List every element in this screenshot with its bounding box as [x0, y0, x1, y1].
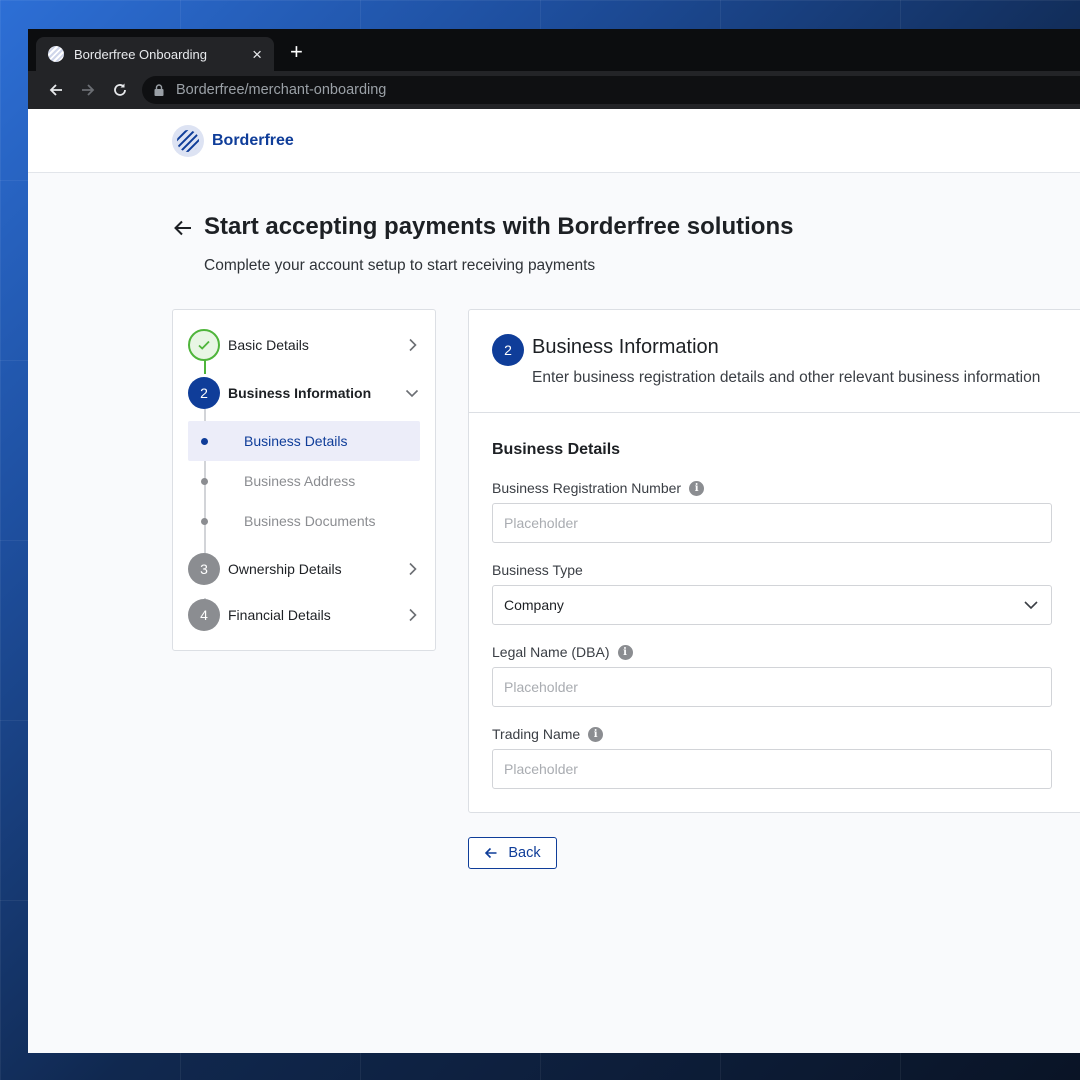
app-header: Borderfree: [28, 109, 1080, 173]
borderfree-logo-icon: [172, 124, 204, 157]
step-business-information[interactable]: 2 Business Information: [188, 377, 420, 409]
step-ownership-details[interactable]: 3 Ownership Details: [188, 553, 420, 585]
substep-label: Business Address: [244, 473, 356, 489]
info-icon[interactable]: i: [689, 480, 705, 496]
step-label: Financial Details: [228, 607, 331, 623]
registration-number-input[interactable]: [492, 503, 1052, 543]
field-label-legal-name: Legal Name (DBA) i: [492, 644, 633, 660]
step-basic-details[interactable]: Basic Details: [188, 329, 420, 361]
forward-nav-icon[interactable]: [72, 75, 104, 105]
step-number: 2: [188, 377, 220, 409]
chevron-right-icon: [409, 338, 417, 352]
chevron-down-icon: [1024, 601, 1038, 610]
step-number: 4: [188, 599, 220, 631]
close-tab-icon[interactable]: ×: [252, 46, 262, 63]
tab-title: Borderfree Onboarding: [74, 46, 207, 62]
chevron-right-icon: [409, 562, 417, 576]
section-title: Business Details: [492, 441, 621, 458]
chevron-down-icon: [405, 389, 419, 398]
back-button[interactable]: Back: [468, 837, 557, 869]
step-number-badge: 2: [492, 334, 524, 366]
substep-dot: [201, 517, 208, 525]
new-tab-button[interactable]: +: [290, 41, 303, 63]
lock-icon: [154, 84, 164, 96]
browser-tabbar: Borderfree Onboarding × +: [28, 29, 1080, 71]
onboarding-stepper: Basic Details 2 Business Information Bus…: [172, 309, 436, 651]
select-value: Company: [504, 597, 564, 613]
step-label: Business Information: [228, 385, 372, 401]
field-label-text: Trading Name: [492, 726, 581, 742]
check-icon: [188, 329, 220, 361]
browser-window: Borderfree Onboarding × + Borderfree/mer…: [28, 29, 1080, 1053]
field-label-text: Legal Name (DBA): [492, 644, 610, 660]
step-financial-details[interactable]: 4 Financial Details: [188, 599, 420, 631]
substep-label: Business Details: [244, 433, 348, 449]
logo-text: Borderfree: [212, 131, 294, 149]
card-description: Enter business registration details and …: [532, 369, 1041, 386]
borderfree-favicon-icon: [48, 46, 64, 62]
url-bar[interactable]: Borderfree/merchant-onboarding: [142, 76, 1080, 104]
info-icon[interactable]: i: [617, 644, 633, 660]
field-label-business-type: Business Type: [492, 562, 583, 578]
url-text: Borderfree/merchant-onboarding: [176, 82, 387, 98]
field-label-registration-number: Business Registration Number i: [492, 480, 705, 496]
browser-toolbar: Borderfree/merchant-onboarding: [28, 71, 1080, 109]
back-arrow-icon[interactable]: [172, 217, 194, 239]
substep-business-address[interactable]: Business Address: [188, 461, 420, 501]
field-label-text: Business Type: [492, 562, 583, 578]
step-number: 3: [188, 553, 220, 585]
browser-tab[interactable]: Borderfree Onboarding ×: [36, 37, 274, 71]
page-subtitle: Complete your account setup to start rec…: [204, 257, 596, 274]
page-title: Start accepting payments with Borderfree…: [204, 213, 794, 240]
card-title: Business Information: [532, 336, 719, 358]
substep-business-documents[interactable]: Business Documents: [188, 501, 420, 541]
step-label: Ownership Details: [228, 561, 342, 577]
info-icon[interactable]: i: [588, 726, 604, 742]
reload-icon[interactable]: [104, 75, 136, 105]
substep-dot: [201, 477, 208, 485]
legal-name-input[interactable]: [492, 667, 1052, 707]
back-button-label: Back: [508, 845, 541, 861]
business-information-card: 2 Business Information Enter business re…: [468, 309, 1080, 813]
business-type-select[interactable]: Company: [492, 585, 1052, 625]
trading-name-input[interactable]: [492, 749, 1052, 789]
substep-label: Business Documents: [244, 513, 376, 529]
field-label-trading-name: Trading Name i: [492, 726, 604, 742]
substep-dot: [201, 437, 208, 445]
card-header: 2 Business Information Enter business re…: [469, 310, 1080, 413]
substep-business-details[interactable]: Business Details: [188, 421, 420, 461]
arrow-left-icon: [485, 847, 497, 859]
step-label: Basic Details: [228, 337, 309, 353]
field-label-text: Business Registration Number: [492, 480, 682, 496]
back-nav-icon[interactable]: [40, 75, 72, 105]
chevron-right-icon: [409, 608, 417, 622]
